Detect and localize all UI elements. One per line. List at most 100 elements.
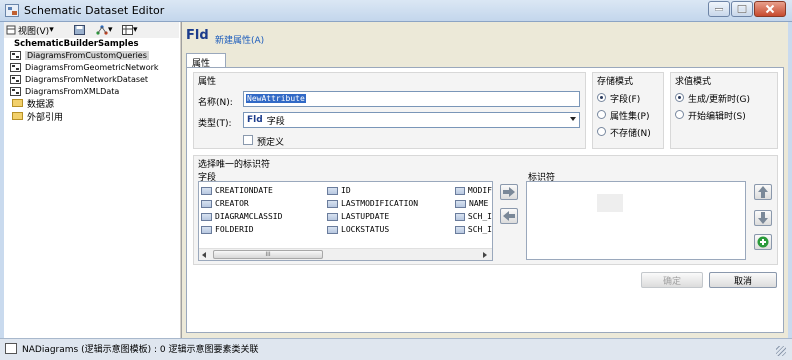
- diagram-template-icon: [5, 343, 17, 354]
- arrow-down-icon: [758, 212, 768, 224]
- evaluate-on-generate-label: 生成/更新时(G): [688, 95, 751, 105]
- field-item-lastmodification[interactable]: LASTMODIFICATION: [327, 198, 418, 209]
- grid-icon: [122, 25, 133, 35]
- window-title: Schematic Dataset Editor: [24, 4, 165, 17]
- tree-item-custom-queries[interactable]: DiagramsFromCustomQueries: [10, 49, 149, 61]
- properties-group-title: 属性: [198, 77, 217, 87]
- field-name: NAME: [469, 199, 489, 208]
- evaluate-on-edit-label: 开始编辑时(S): [688, 112, 746, 122]
- field-name: FOLDERID: [215, 225, 254, 234]
- chevron-down-icon: ▾: [49, 25, 54, 35]
- field-item-sch-1[interactable]: SCH_I: [455, 211, 492, 222]
- tree-item-geometric-network[interactable]: DiagramsFromGeometricNetwork: [10, 61, 159, 73]
- tree-folder-label: 数据源: [27, 99, 55, 110]
- field-item-diagramclassid[interactable]: DIAGRAMCLASSID: [201, 211, 282, 222]
- scroll-thumb[interactable]: III: [213, 250, 323, 259]
- view-menu-label: 视图(V): [18, 26, 50, 37]
- view-icon: [6, 25, 16, 35]
- chevron-down-icon: [570, 117, 576, 121]
- add-button[interactable]: [754, 234, 772, 250]
- field-item-id[interactable]: ID: [327, 185, 351, 196]
- tree-item-label: DiagramsFromGeometricNetwork: [25, 62, 159, 72]
- field-icon: [327, 186, 338, 195]
- move-up-button[interactable]: [754, 184, 772, 200]
- type-select-value: 字段: [266, 116, 285, 127]
- remove-identifier-button[interactable]: [500, 208, 518, 224]
- field-icon: [455, 212, 465, 221]
- tree-item-network-dataset[interactable]: DiagramsFromNetworkDataset: [10, 73, 148, 85]
- field-icon: [327, 225, 338, 234]
- field-item-lockstatus[interactable]: LOCKSTATUS: [327, 224, 389, 235]
- view-menu[interactable]: 视图(V) ▾: [6, 24, 54, 37]
- predefined-checkbox[interactable]: [243, 135, 253, 145]
- window-frame-right: [788, 22, 792, 338]
- minimize-icon: [715, 8, 723, 11]
- tree-item-xml-data[interactable]: DiagramsFromXMLData: [10, 85, 119, 97]
- network-icon: [96, 25, 108, 35]
- field-item-name[interactable]: NAME: [455, 198, 492, 209]
- close-icon: [765, 4, 775, 14]
- field-item-creationdate[interactable]: CREATIONDATE: [201, 185, 273, 196]
- options-tool-button[interactable]: ▾: [122, 24, 138, 36]
- evaluation-mode-title: 求值模式: [675, 77, 712, 87]
- evaluate-on-edit-radio[interactable]: [675, 110, 684, 119]
- diagram-template-icon: [10, 50, 21, 60]
- evaluate-on-generate-radio[interactable]: [675, 93, 684, 102]
- predefined-label: 预定义: [257, 138, 285, 148]
- save-tool-button[interactable]: [74, 24, 85, 36]
- field-item-sch-2[interactable]: SCH_I: [455, 224, 492, 235]
- field-icon: [201, 212, 212, 221]
- attribute-type-heading: Fld: [186, 28, 209, 43]
- field-name: DIAGRAMCLASSID: [215, 212, 283, 221]
- minimize-button[interactable]: [708, 1, 730, 17]
- type-select[interactable]: Fld 字段: [243, 112, 580, 128]
- tree-folder-external-references[interactable]: 外部引用: [12, 110, 63, 123]
- add-green-icon: [757, 236, 769, 248]
- name-field[interactable]: NewAttribute: [243, 91, 580, 107]
- scroll-right-icon: [483, 252, 487, 258]
- tree-item-label: DiagramsFromXMLData: [25, 86, 120, 96]
- tab-properties[interactable]: 属性: [186, 53, 226, 69]
- tree-item-label: DiagramsFromNetworkDataset: [25, 74, 149, 84]
- field-icon: [201, 225, 212, 234]
- fields-horizontal-scrollbar[interactable]: III: [199, 248, 492, 260]
- field-item-folderid[interactable]: FOLDERID: [201, 224, 254, 235]
- storage-property-set-radio[interactable]: [597, 110, 606, 119]
- field-name: SCH_I: [467, 225, 492, 234]
- storage-field-radio[interactable]: [597, 93, 606, 102]
- field-icon: [455, 199, 466, 208]
- maximize-icon: [737, 5, 747, 13]
- unique-identifier-title: 选择唯一的标识符: [198, 160, 271, 170]
- field-item-lastupdate[interactable]: LASTUPDATE: [327, 211, 389, 222]
- identifiers-list-empty-slot: [597, 194, 623, 212]
- move-down-button[interactable]: [754, 210, 772, 226]
- resize-grip-icon[interactable]: [776, 346, 786, 356]
- arrow-up-icon: [758, 186, 768, 198]
- cancel-button[interactable]: 取消: [709, 272, 777, 288]
- field-name: CREATOR: [215, 199, 249, 208]
- identifiers-list[interactable]: [526, 181, 746, 260]
- field-icon: [327, 212, 338, 221]
- field-icon: [455, 225, 465, 234]
- layout-tool-button[interactable]: ▾: [96, 24, 113, 36]
- storage-mode-title: 存储模式: [597, 77, 634, 87]
- storage-property-set-label: 属性集(P): [610, 112, 650, 122]
- field-item-creator[interactable]: CREATOR: [201, 198, 249, 209]
- storage-none-radio[interactable]: [597, 127, 606, 136]
- field-item-modif[interactable]: MODIF: [455, 185, 492, 196]
- add-identifier-button[interactable]: [500, 184, 518, 200]
- diagram-template-icon: [10, 74, 21, 84]
- field-name: SCH_I: [467, 212, 492, 221]
- field-name: LOCKSTATUS: [341, 225, 390, 234]
- ok-button[interactable]: 确定: [641, 272, 703, 288]
- tree-folder-data-sources[interactable]: 数据源: [12, 97, 55, 110]
- maximize-button[interactable]: [731, 1, 753, 17]
- field-name: LASTUPDATE: [341, 212, 390, 221]
- chevron-down-icon: ▾: [133, 25, 138, 35]
- type-label: 类型(T):: [198, 119, 232, 129]
- tree-item-label: DiagramsFromCustomQueries: [25, 50, 149, 60]
- chevron-down-icon: ▾: [108, 25, 113, 35]
- new-attribute-link[interactable]: 新建属性(A): [215, 33, 264, 46]
- status-text: NADiagrams (逻辑示意图模板) : 0 逻辑示意图要素类关联: [22, 345, 259, 355]
- close-button[interactable]: [754, 1, 786, 17]
